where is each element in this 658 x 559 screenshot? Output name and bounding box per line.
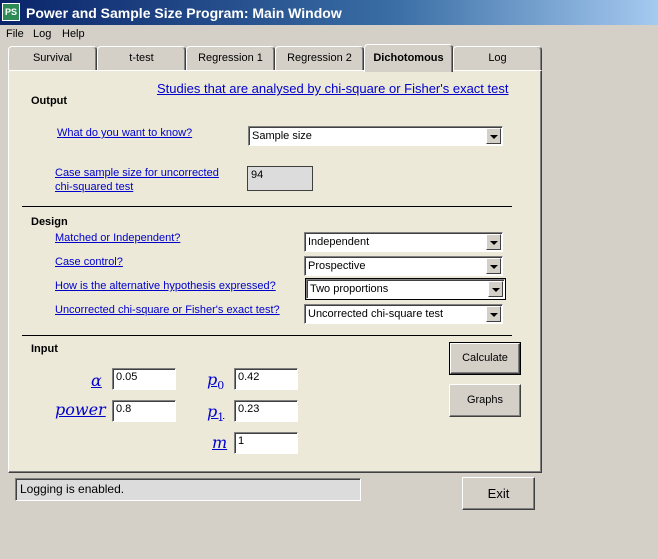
- power-label[interactable]: power: [55, 400, 106, 419]
- status-bar: Logging is enabled.: [15, 478, 361, 501]
- app-icon: PS: [2, 3, 20, 21]
- test-type-dropdown-button[interactable]: [486, 306, 501, 322]
- tab-survival[interactable]: Survival: [8, 46, 97, 70]
- tab-log[interactable]: Log: [453, 46, 542, 70]
- power-input[interactable]: 0.8: [112, 400, 176, 422]
- matched-select[interactable]: Independent: [304, 232, 503, 252]
- case-control-value: Prospective: [308, 260, 366, 272]
- alt-hypothesis-value: Two proportions: [310, 283, 389, 295]
- tab-regression-1[interactable]: Regression 1: [186, 46, 275, 70]
- chevron-down-icon: [490, 313, 498, 317]
- what-to-know-dropdown-button[interactable]: [486, 128, 501, 144]
- menu-bar: File Log Help: [0, 26, 658, 44]
- menu-log[interactable]: Log: [33, 28, 51, 40]
- alt-hypothesis-dropdown-button[interactable]: [488, 281, 503, 297]
- tab-regression-2[interactable]: Regression 2: [275, 46, 364, 70]
- p1-label[interactable]: p1: [207, 402, 224, 424]
- dichotomous-panel: Studies that are analysed by chi-square …: [8, 70, 542, 473]
- m-label[interactable]: m: [212, 433, 227, 452]
- divider: [22, 206, 512, 207]
- chevron-down-icon: [492, 288, 500, 292]
- p0-input[interactable]: 0.42: [234, 368, 298, 390]
- menu-help[interactable]: Help: [62, 28, 85, 40]
- p0-label[interactable]: p0: [207, 370, 224, 392]
- alt-hypothesis-link[interactable]: How is the alternative hypothesis expres…: [55, 280, 276, 292]
- alpha-label[interactable]: α: [91, 371, 102, 390]
- divider: [22, 335, 512, 336]
- test-type-select[interactable]: Uncorrected chi-square test: [304, 304, 503, 324]
- menu-file[interactable]: File: [6, 28, 24, 40]
- case-control-select[interactable]: Prospective: [304, 256, 503, 276]
- graphs-button[interactable]: Graphs: [449, 384, 521, 417]
- chevron-down-icon: [490, 241, 498, 245]
- p1-label-text: p: [207, 402, 218, 421]
- m-input[interactable]: 1: [234, 432, 298, 454]
- exit-button[interactable]: Exit: [462, 477, 535, 510]
- result-label-line1[interactable]: Case sample size for uncorrected: [55, 167, 219, 179]
- design-heading: Design: [31, 216, 68, 228]
- case-control-dropdown-button[interactable]: [486, 258, 501, 274]
- p0-label-text: p: [207, 370, 218, 389]
- test-type-link[interactable]: Uncorrected chi-square or Fisher's exact…: [55, 304, 280, 316]
- calculate-button[interactable]: Calculate: [449, 342, 521, 375]
- chevron-down-icon: [490, 265, 498, 269]
- chevron-down-icon: [490, 135, 498, 139]
- matched-link[interactable]: Matched or Independent?: [55, 232, 180, 244]
- what-to-know-link[interactable]: What do you want to know?: [57, 127, 192, 139]
- header-link[interactable]: Studies that are analysed by chi-square …: [157, 81, 509, 96]
- alt-hypothesis-select[interactable]: Two proportions: [305, 278, 506, 300]
- alpha-input[interactable]: 0.05: [112, 368, 176, 390]
- matched-value: Independent: [308, 236, 370, 248]
- p0-label-subscript: 0: [217, 379, 225, 393]
- what-to-know-select[interactable]: Sample size: [248, 126, 503, 146]
- tab-dichotomous[interactable]: Dichotomous: [364, 44, 453, 72]
- title-bar: PS Power and Sample Size Program: Main W…: [0, 0, 658, 25]
- output-heading: Output: [31, 95, 68, 107]
- p1-label-subscript: 1: [217, 411, 225, 425]
- input-heading: Input: [31, 343, 58, 355]
- what-to-know-value: Sample size: [252, 130, 312, 142]
- sample-size-result: 94: [247, 166, 313, 191]
- test-type-value: Uncorrected chi-square test: [308, 308, 444, 320]
- tab-t-test[interactable]: t-test: [97, 46, 186, 70]
- matched-dropdown-button[interactable]: [486, 234, 501, 250]
- window-title: Power and Sample Size Program: Main Wind…: [26, 5, 342, 21]
- case-control-link[interactable]: Case control?: [55, 256, 123, 268]
- result-label-line2[interactable]: chi-squared test: [55, 181, 133, 193]
- p1-input[interactable]: 0.23: [234, 400, 298, 422]
